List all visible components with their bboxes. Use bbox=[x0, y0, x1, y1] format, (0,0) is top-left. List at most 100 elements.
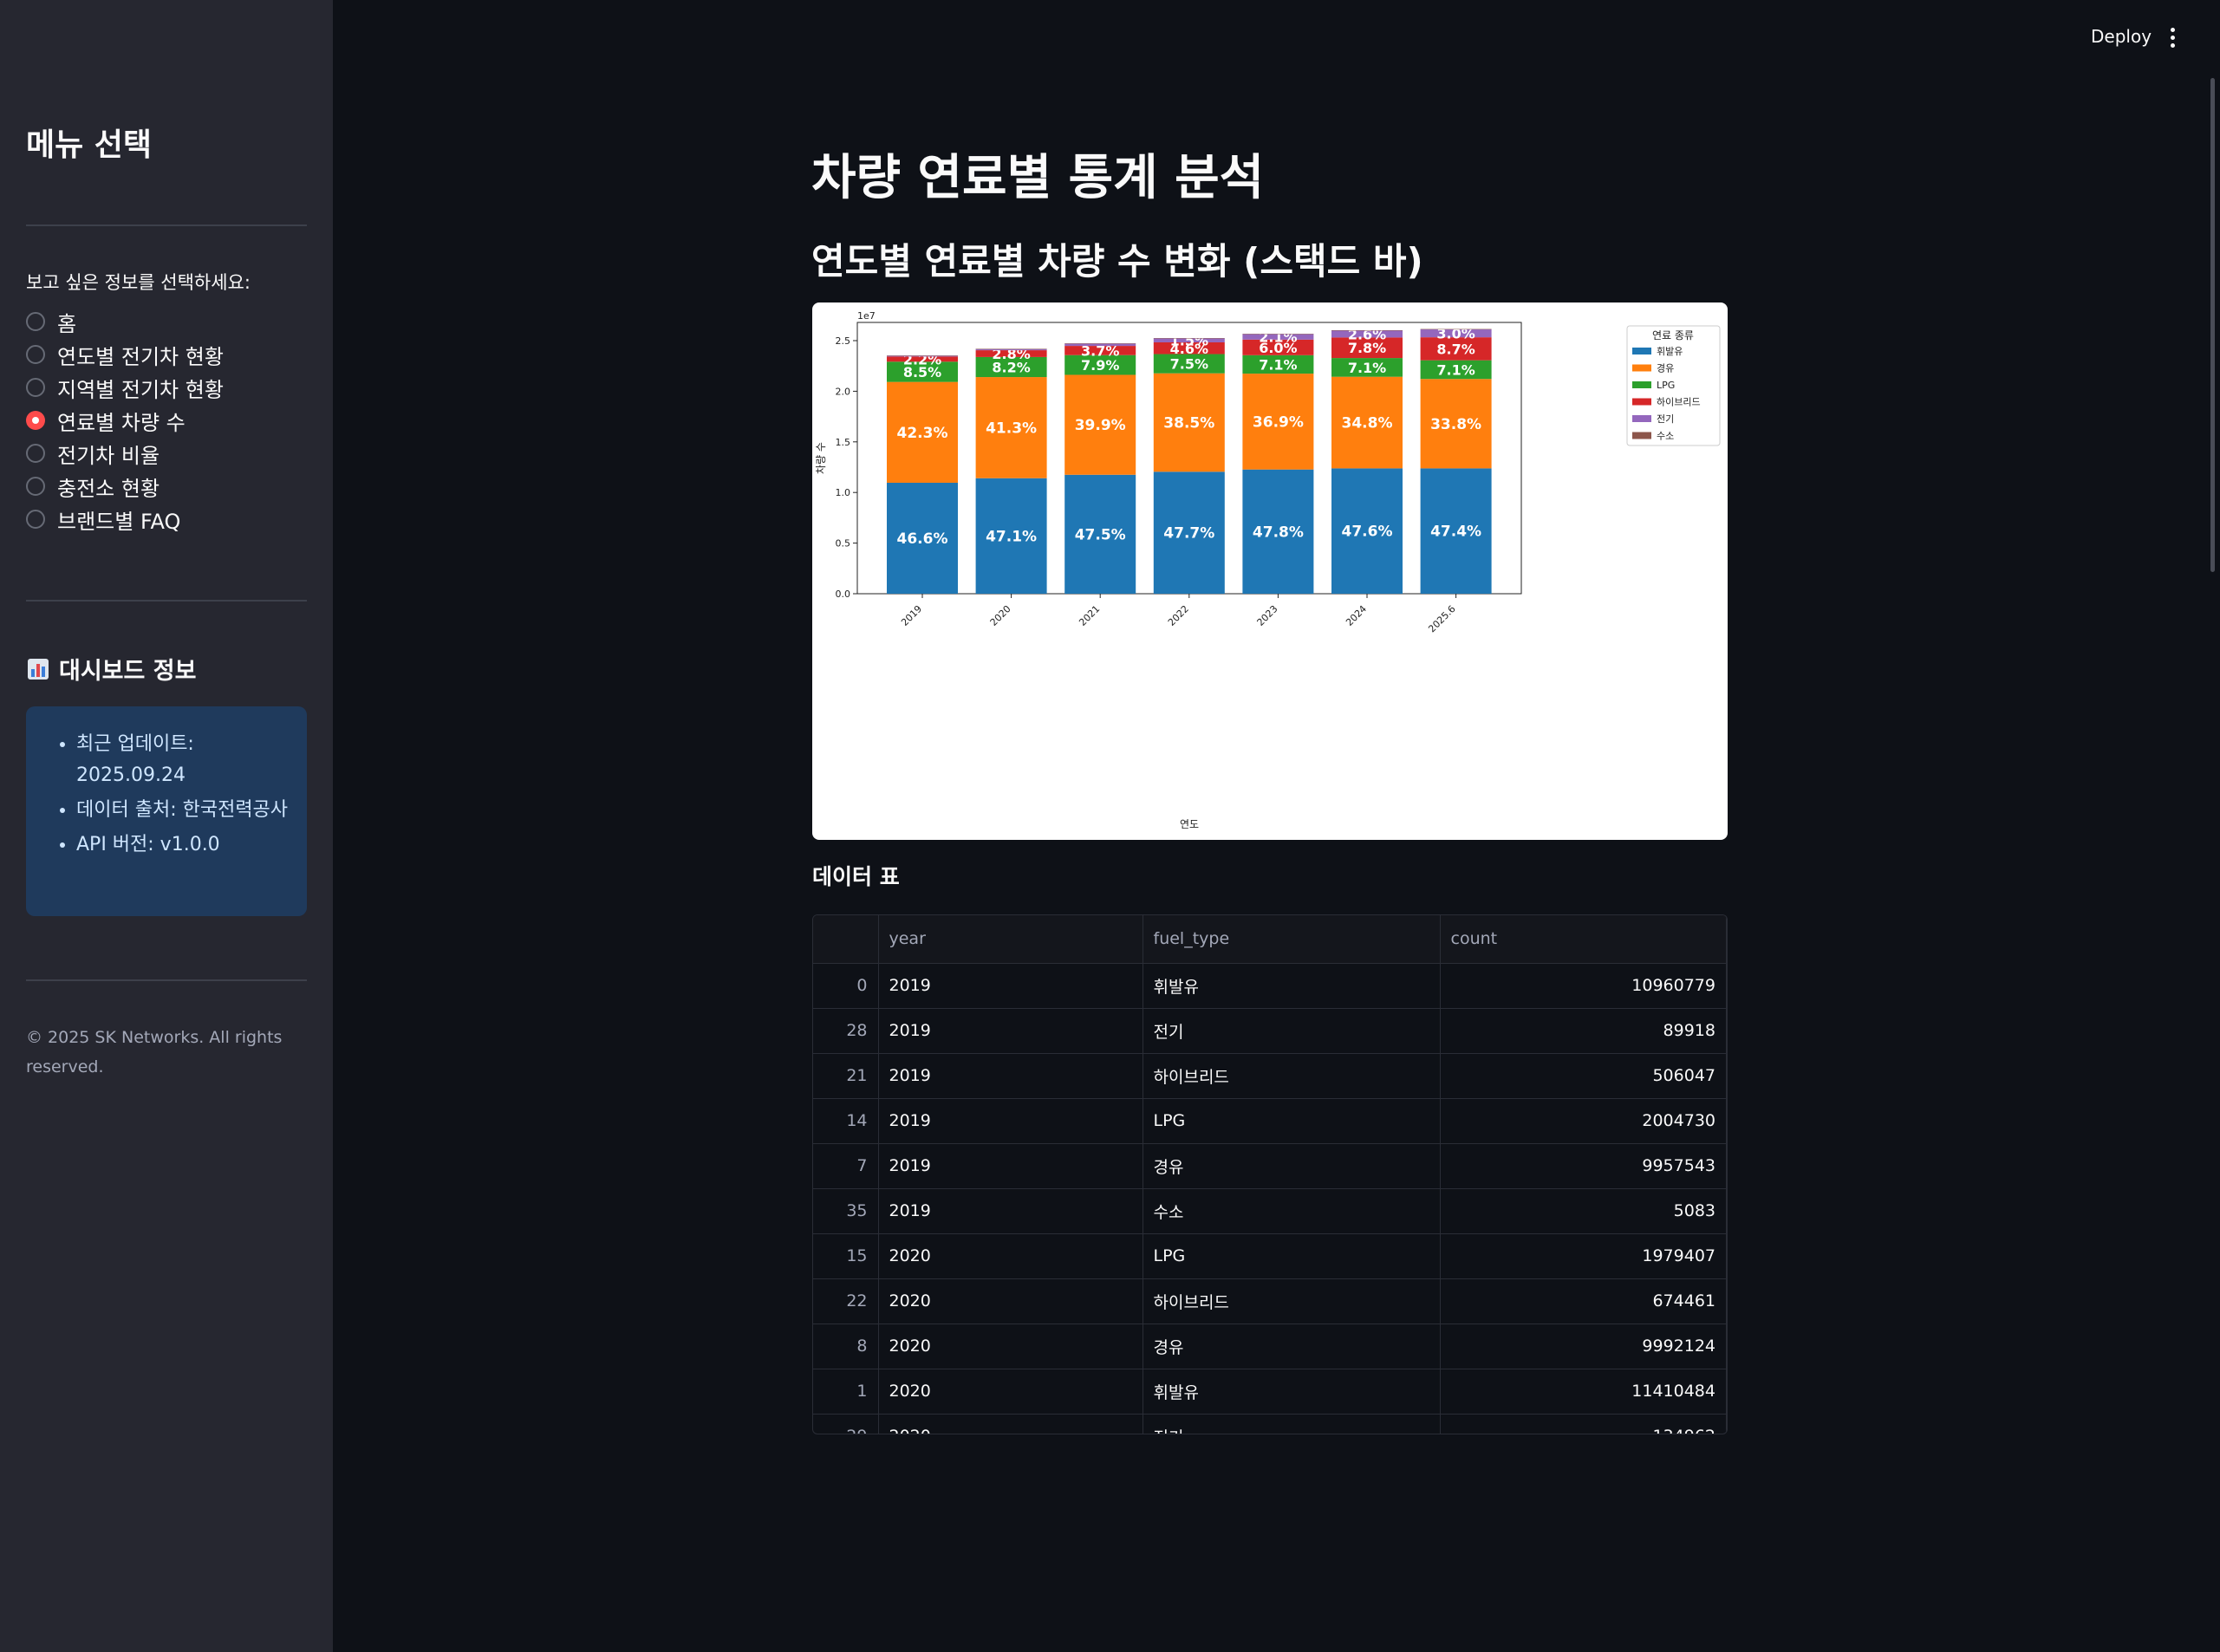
bar-data-label: 46.6% bbox=[897, 530, 948, 548]
bar-data-label: 47.4% bbox=[1430, 524, 1481, 541]
table-row[interactable]: 35 2019 수소 5083 bbox=[813, 1188, 1727, 1234]
menu-option[interactable]: 브랜드별 FAQ bbox=[26, 503, 224, 536]
bar-chart-icon bbox=[28, 658, 49, 680]
data-table[interactable]: year fuel_type count 0 2019 휘발유 10960779 28 2… bbox=[812, 914, 1728, 1434]
info-item: 데이터 출처: 한국전력공사 bbox=[76, 795, 290, 826]
radio-unselected-icon[interactable] bbox=[26, 477, 45, 496]
x-tick-label: 2019 bbox=[899, 603, 924, 628]
menu-radio-group: 홈 연도별 전기차 현황지역별 전기차 현황연료별 차량 수 전기차 비율충전소 현… bbox=[26, 305, 224, 536]
bar-data-label: 34.8% bbox=[1342, 415, 1393, 433]
y-tick-label: 1.5 bbox=[836, 437, 851, 448]
radio-unselected-icon[interactable] bbox=[26, 312, 45, 331]
table-row[interactable]: 15 2020 LPG 1979407 bbox=[813, 1233, 1727, 1279]
cell-count: 674461 bbox=[1440, 1278, 1727, 1324]
cell-count: 2004730 bbox=[1440, 1098, 1727, 1144]
radio-unselected-icon[interactable] bbox=[26, 510, 45, 529]
row-index: 22 bbox=[813, 1278, 879, 1324]
cell-fuel-type: 전기 bbox=[1143, 1008, 1441, 1054]
y-tick-label: 2.5 bbox=[836, 335, 851, 347]
menu-prompt: 보고 싶은 정보를 선택하세요: bbox=[26, 272, 251, 293]
scrollbar[interactable] bbox=[2210, 78, 2215, 572]
info-item: API 버전: v1.0.0 bbox=[76, 829, 290, 861]
page-title: 차량 연료별 통계 분석 bbox=[811, 150, 1265, 206]
radio-unselected-icon[interactable] bbox=[26, 345, 45, 364]
menu-option-label: 지역별 전기차 현황 bbox=[57, 377, 224, 402]
cell-fuel-type: LPG bbox=[1143, 1233, 1441, 1279]
column-header-count[interactable]: count bbox=[1440, 915, 1727, 964]
y-tick-label: 0.0 bbox=[836, 589, 851, 600]
legend-swatch bbox=[1632, 415, 1651, 422]
menu-option-label: 연료별 차량 수 bbox=[57, 410, 186, 435]
radio-unselected-icon[interactable] bbox=[26, 444, 45, 463]
bar-data-label: 7.5% bbox=[1170, 356, 1208, 373]
column-header-index[interactable] bbox=[813, 915, 879, 964]
legend-entry: 전기 bbox=[1657, 413, 1674, 425]
legend-entry: 하이브리드 bbox=[1657, 396, 1701, 408]
bar-segment bbox=[1064, 343, 1136, 344]
y-multiplier-label: 1e7 bbox=[857, 310, 876, 322]
row-index: 8 bbox=[813, 1324, 879, 1369]
cell-year: 2020 bbox=[878, 1414, 1143, 1434]
table-row[interactable]: 21 2019 하이브리드 506047 bbox=[813, 1053, 1727, 1099]
cell-fuel-type: LPG bbox=[1143, 1098, 1441, 1144]
table-row[interactable]: 0 2019 휘발유 10960779 bbox=[813, 963, 1727, 1009]
x-axis-label: 연도 bbox=[1180, 818, 1199, 830]
bar-data-label: 47.6% bbox=[1342, 524, 1393, 541]
stacked-bar-chart: 1e70.00.51.01.52.02.5차량 수46.6%42.3%8.5%2… bbox=[815, 310, 1721, 830]
row-index: 35 bbox=[813, 1188, 879, 1234]
bar-data-label: 36.9% bbox=[1253, 413, 1304, 431]
x-tick-label: 2021 bbox=[1077, 603, 1102, 628]
cell-count: 1979407 bbox=[1440, 1233, 1727, 1279]
menu-option[interactable]: 충전소 현황 bbox=[26, 470, 224, 503]
cell-count: 9957543 bbox=[1440, 1143, 1727, 1189]
column-header-year[interactable]: year bbox=[878, 915, 1143, 964]
legend-title: 연료 종류 bbox=[1652, 329, 1694, 341]
bar-segment bbox=[1331, 330, 1403, 331]
radio-selected-icon[interactable] bbox=[26, 411, 45, 430]
column-header-fuel-type[interactable]: fuel_type bbox=[1143, 915, 1441, 964]
table-row[interactable]: 22 2020 하이브리드 674461 bbox=[813, 1278, 1727, 1324]
sidebar-divider bbox=[26, 600, 307, 602]
menu-option[interactable]: 지역별 전기차 현황 bbox=[26, 371, 224, 404]
table-row[interactable]: 28 2019 전기 89918 bbox=[813, 1008, 1727, 1054]
legend-swatch bbox=[1632, 348, 1651, 354]
dashboard-info-box: 최근 업데이트: 2025.09.24 데이터 출처: 한국전력공사 API 버… bbox=[26, 706, 307, 916]
x-tick-label: 2020 bbox=[988, 603, 1013, 628]
legend-swatch bbox=[1632, 381, 1651, 388]
menu-option-label: 충전소 현황 bbox=[57, 476, 160, 501]
bar-data-label: 47.1% bbox=[986, 528, 1037, 545]
menu-option[interactable]: 홈 bbox=[26, 305, 224, 338]
x-tick-label: 2023 bbox=[1255, 603, 1280, 628]
cell-count: 10960779 bbox=[1440, 963, 1727, 1009]
bar-data-label: 2.6% bbox=[1348, 326, 1386, 342]
bar-data-label: 2.2% bbox=[903, 351, 941, 367]
table-row[interactable]: 1 2020 휘발유 11410484 bbox=[813, 1369, 1727, 1415]
cell-fuel-type: 휘발유 bbox=[1143, 963, 1441, 1009]
deploy-button[interactable]: Deploy bbox=[2091, 26, 2152, 47]
cell-count: 11410484 bbox=[1440, 1369, 1727, 1415]
table-row[interactable]: 14 2019 LPG 2004730 bbox=[813, 1098, 1727, 1144]
bar-data-label: 42.3% bbox=[897, 425, 948, 442]
cell-fuel-type: 하이브리드 bbox=[1143, 1278, 1441, 1324]
y-tick-label: 2.0 bbox=[836, 386, 851, 397]
menu-option[interactable]: 전기차 비율 bbox=[26, 437, 224, 470]
menu-option[interactable]: 연도별 전기차 현황 bbox=[26, 338, 224, 371]
radio-unselected-icon[interactable] bbox=[26, 378, 45, 397]
table-row[interactable]: 7 2019 경유 9957543 bbox=[813, 1143, 1727, 1189]
dashboard-info-title: 대시보드 정보 bbox=[59, 658, 197, 685]
sidebar: 메뉴 선택 보고 싶은 정보를 선택하세요: 홈 연도별 전기차 현황 지역별 전기… bbox=[0, 0, 333, 1652]
legend-entry: 수소 bbox=[1657, 431, 1674, 442]
table-row[interactable]: 8 2020 경유 9992124 bbox=[813, 1324, 1727, 1369]
bar-data-label: 2.8% bbox=[992, 346, 1030, 362]
menu-option[interactable]: 연료별 차량 수 bbox=[26, 404, 224, 437]
table-row[interactable]: 292020전기134962 bbox=[813, 1414, 1727, 1434]
bar-data-label: 47.5% bbox=[1075, 526, 1126, 543]
bar-data-label: 47.8% bbox=[1253, 524, 1304, 541]
bar-data-label: 7.9% bbox=[1081, 357, 1119, 374]
cell-year: 2019 bbox=[878, 1008, 1143, 1054]
y-tick-label: 1.0 bbox=[836, 487, 851, 498]
x-tick-label: 2022 bbox=[1166, 603, 1191, 628]
chart-title: 연도별 연료별 차량 수 변화 (스택드 바) bbox=[811, 240, 1423, 283]
main-menu-icon[interactable] bbox=[2167, 26, 2178, 52]
cell-year: 2019 bbox=[878, 1143, 1143, 1189]
